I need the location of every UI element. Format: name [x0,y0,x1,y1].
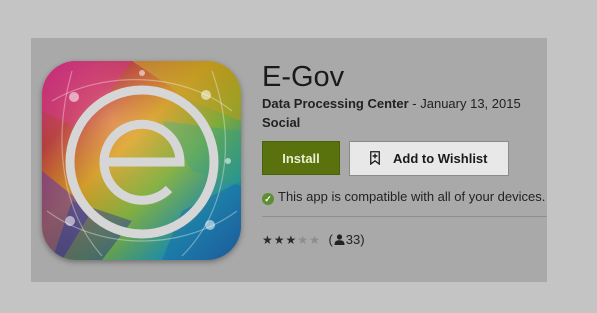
app-title: E-Gov [262,61,345,93]
star-rating: ★★★★★ [262,232,321,248]
compatibility-text: This app is compatible with all of your … [278,189,546,204]
app-details-card: E-Gov Data Processing Center - January 1… [31,38,547,282]
date-separator: - [408,96,421,111]
compatibility-notice: ✓ This app is compatible with all of your… [262,188,545,206]
star-icon: ★ [262,232,273,247]
divider [262,216,547,217]
bookmark-plus-icon [370,151,380,165]
category-link[interactable]: Social [262,114,300,132]
e-gov-logo-icon [42,61,241,260]
release-date: January 13, 2015 [420,96,521,111]
developer-link[interactable]: Data Processing Center [262,96,409,111]
app-meta: Data Processing Center - January 13, 201… [262,95,521,113]
check-circle-icon: ✓ [262,193,274,205]
person-icon [334,233,345,245]
rating-summary: ★★★★★ (33) [262,231,365,248]
install-button[interactable]: Install [262,141,340,175]
star-icon: ★ [309,232,320,247]
rating-count: (33) [328,232,364,248]
open-paren: ( [328,231,333,247]
close-paren: ) [360,231,365,247]
add-to-wishlist-button[interactable]: Add to Wishlist [349,141,509,176]
star-icon: ★ [297,232,309,247]
wishlist-label: Add to Wishlist [393,151,488,166]
star-icon: ★ [285,232,297,247]
rating-count-value: 33 [345,231,361,247]
star-icon: ★ [273,232,285,247]
